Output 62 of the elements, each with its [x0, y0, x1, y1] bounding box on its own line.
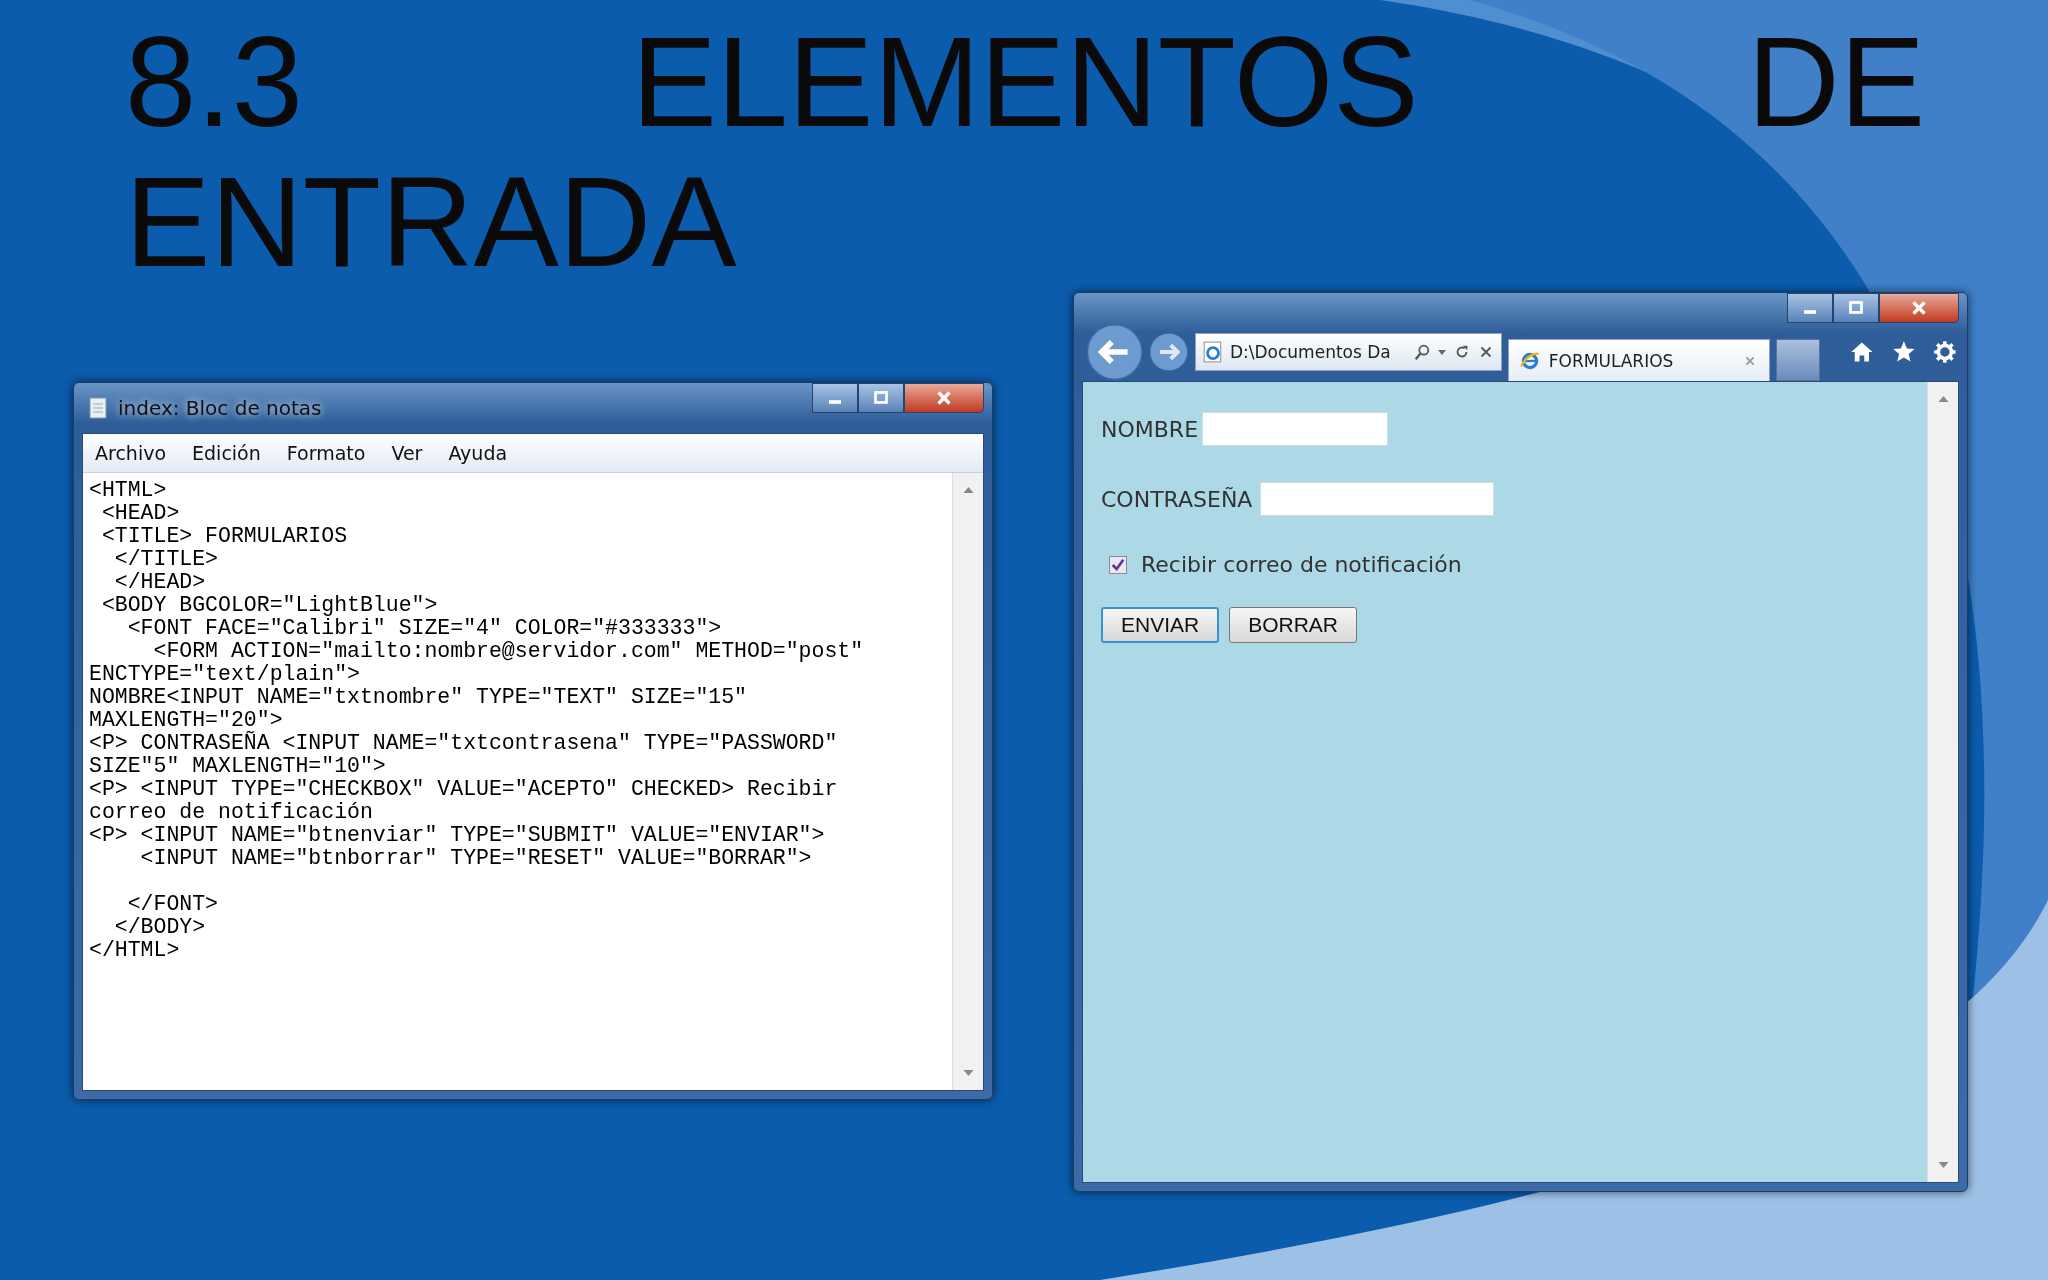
code-line: SIZE"5" MAXLENGTH="10"> — [89, 755, 387, 778]
code-line: NOMBRE<INPUT NAME="txtnombre" TYPE="TEXT" SIZE="15" — [89, 686, 748, 709]
dropdown-caret-icon[interactable] — [1436, 347, 1447, 357]
menu-item[interactable]: Edición — [192, 442, 261, 464]
scrollbar[interactable] — [952, 473, 983, 1090]
new-tab-button[interactable] — [1776, 339, 1820, 381]
close-button[interactable] — [1879, 293, 1959, 323]
code-line: <HTML> — [89, 479, 168, 502]
code-line: <FORM ACTION="mailto:nombre@servidor.com" METHOD="post" — [152, 640, 865, 663]
slide-title: 8.3 ELEMENTOS DE ENTRADA — [125, 12, 1925, 292]
star-icon[interactable] — [1891, 340, 1916, 364]
minimize-icon — [829, 400, 841, 404]
browser-tab[interactable]: FORMULARIOS — [1507, 339, 1771, 381]
form-button[interactable]: ENVIAR — [1101, 607, 1220, 643]
code-line: </HTML> — [89, 939, 181, 962]
field-label: NOMBRE — [1101, 416, 1199, 442]
notepad-icon — [88, 396, 108, 420]
back-button[interactable] — [1086, 323, 1144, 381]
scrollbar[interactable] — [1927, 382, 1958, 1182]
code-line: <BODY BGCOLOR="LightBlue"> — [100, 594, 439, 617]
window-title: index: Bloc de notas — [118, 396, 323, 420]
close-button[interactable] — [904, 383, 984, 413]
code-line: <P> <INPUT TYPE="CHECKBOX" VALUE="ACEPTO" CHECKED> Recibir — [89, 778, 839, 801]
address-bar[interactable]: D:\Documentos Da — [1194, 333, 1502, 371]
field-label: CONTRASEÑA — [1101, 486, 1253, 512]
code-line: <P> CONTRASEÑA <INPUT NAME="txtcontrasena" TYPE="PASSWORD" — [89, 732, 839, 755]
home-icon[interactable] — [1849, 340, 1874, 364]
code-line: correo de notificación — [89, 801, 374, 824]
code-line: <TITLE> FORMULARIOS — [100, 525, 349, 548]
code-line: <FONT FACE="Calibri" SIZE="4" COLOR="#333333"> — [126, 617, 723, 640]
menu-item[interactable]: Archivo — [95, 442, 167, 464]
scroll-up-icon — [962, 487, 974, 493]
code-line: </TITLE> — [113, 548, 220, 571]
menu-item[interactable]: Formato — [286, 442, 366, 464]
maximize-button[interactable] — [858, 383, 904, 413]
page-icon — [1201, 341, 1224, 363]
code-line: </FONT> — [126, 893, 220, 916]
minimize-button[interactable] — [812, 383, 858, 413]
text-field[interactable] — [1260, 482, 1495, 516]
maximize-button[interactable] — [1833, 293, 1879, 323]
code-line: </BODY> — [113, 916, 207, 939]
code-line: ENCTYPE="text/plain"> — [89, 663, 361, 686]
minimize-button[interactable] — [1787, 293, 1833, 323]
code-line: </HEAD> — [113, 571, 207, 594]
scroll-down-icon — [962, 1070, 974, 1076]
settings-icon[interactable] — [1933, 340, 1957, 364]
code-line: MAXLENGTH="20"> — [89, 709, 284, 732]
form-button[interactable]: BORRAR — [1229, 607, 1358, 643]
minimize-icon — [1804, 310, 1816, 314]
menu-item[interactable]: Ayuda — [448, 442, 508, 464]
forward-button[interactable] — [1149, 332, 1189, 372]
checkbox-label: Recibir correo de notificación — [1141, 552, 1462, 577]
search-icon[interactable] — [1412, 343, 1431, 361]
checkbox[interactable] — [1109, 555, 1127, 574]
menu-item[interactable]: Ver — [391, 442, 423, 464]
code-line: <INPUT NAME="btnborrar" TYPE="RESET" VALUE="BORRAR"> — [139, 847, 813, 870]
browser-logo-icon — [1518, 349, 1541, 372]
scroll-down-icon — [1937, 1162, 1949, 1168]
code-line: <HEAD> — [100, 502, 181, 525]
text-field[interactable] — [1202, 412, 1389, 446]
scroll-up-icon — [1937, 396, 1949, 402]
code-line: <P> <INPUT NAME="btnenviar" TYPE="SUBMIT" VALUE="ENVIAR"> — [89, 824, 826, 847]
